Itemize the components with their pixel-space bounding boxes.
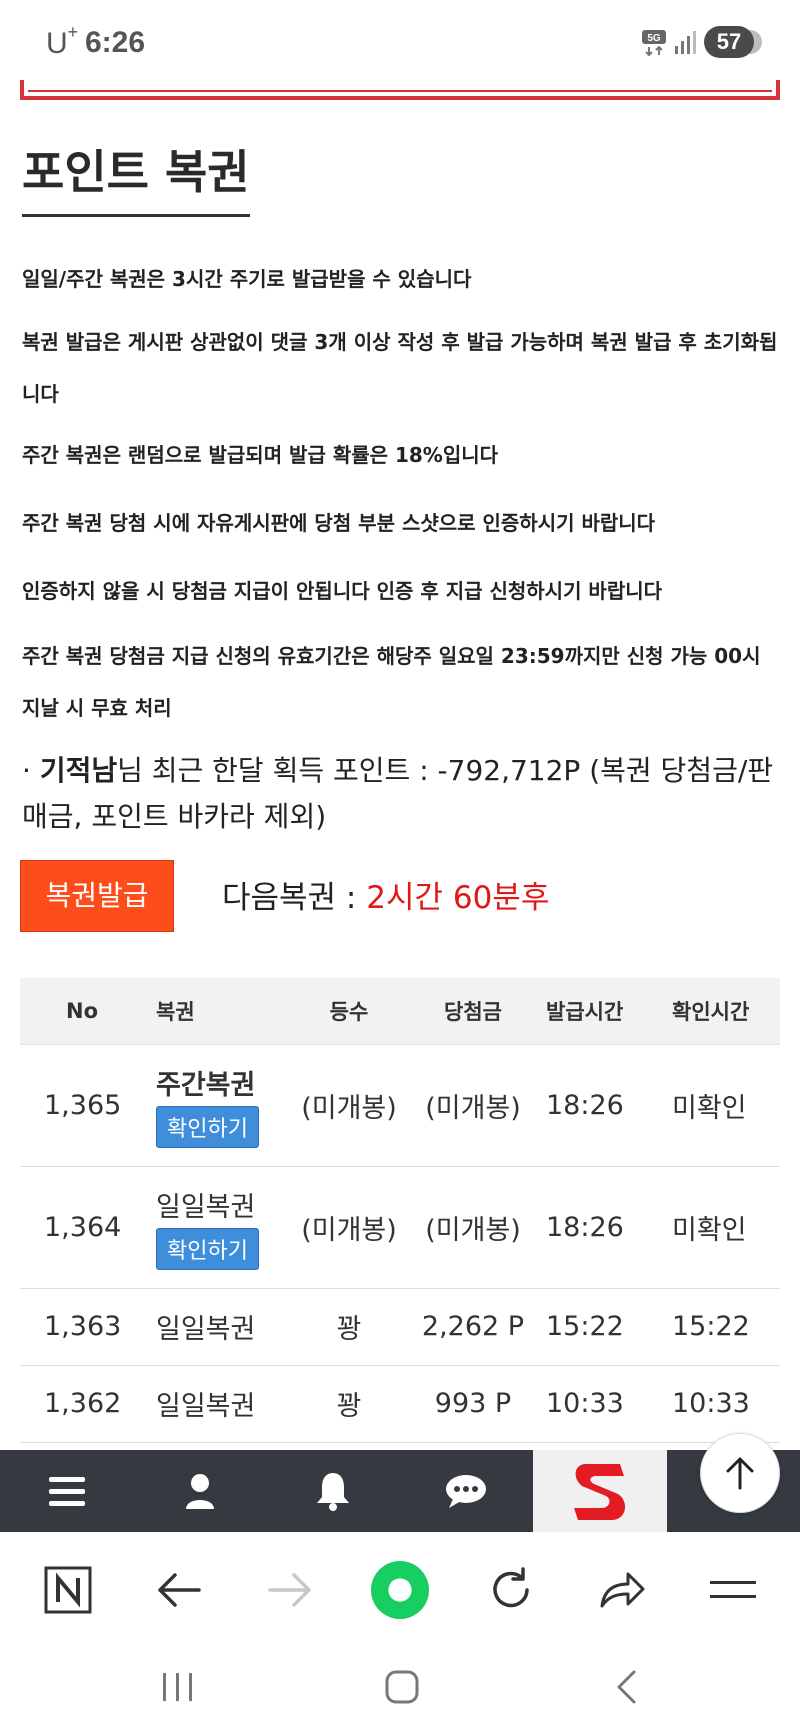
col-header-rank: 등수 — [288, 978, 410, 1045]
more-menu-button[interactable] — [703, 1560, 763, 1620]
cell-no: 1,365 — [20, 1044, 156, 1167]
cell-no: 1,363 — [20, 1288, 156, 1366]
scroll-top-icon — [726, 1457, 754, 1490]
signal-icon — [675, 31, 696, 54]
chevron-left-icon — [617, 1670, 636, 1704]
cell-checked: 미확인 — [662, 1166, 780, 1289]
cell-lottery: 일일복권 — [156, 1288, 288, 1366]
cell-rank: 꽝 — [288, 1288, 410, 1366]
next-lottery-time: 2시간 60분후 — [366, 880, 550, 916]
rule-item: 주간 복권 당첨 시에 자유게시판에 당첨 부분 스샷으로 인증하시기 바랍니다 — [22, 511, 656, 535]
scroll-top-button[interactable] — [700, 1433, 780, 1513]
col-header-lottery: 복권 — [156, 978, 288, 1045]
points-text: 님 최근 한달 획득 포인트 : -792,712P (복권 당첨금/판매금, … — [22, 754, 774, 833]
col-header-checked: 확인시간 — [662, 978, 780, 1045]
cell-rank: (미개봉) — [288, 1044, 410, 1167]
home-icon — [385, 1670, 419, 1704]
system-back-button[interactable] — [596, 1662, 656, 1712]
carrier-label: U+ — [46, 22, 79, 60]
svg-text:5G: 5G — [647, 33, 661, 44]
naver-icon — [44, 1566, 92, 1614]
issue-lottery-button[interactable]: 복권발급 — [20, 860, 174, 932]
col-header-prize: 당첨금 — [410, 978, 536, 1045]
next-lottery-label: 다음복권 : 2시간 60분후 — [222, 880, 550, 916]
chat-icon — [445, 1475, 486, 1508]
table-row: 1,362 일일복권 꽝 993 P 10:33 10:33 — [20, 1365, 780, 1443]
table-row: 1,364 일일복권 확인하기 (미개봉) (미개봉) 18:26 미확인 — [20, 1166, 780, 1289]
forward-button[interactable] — [260, 1560, 320, 1620]
menu-button[interactable] — [0, 1450, 133, 1532]
user-icon — [185, 1474, 214, 1509]
confirm-button[interactable]: 확인하기 — [156, 1105, 259, 1148]
cell-issued: 18:26 — [536, 1044, 662, 1167]
rule-item: 일일/주간 복권은 3시간 주기로 발급받을 수 있습니다 — [22, 267, 472, 291]
table-row: 1,365 주간복권 확인하기 (미개봉) (미개봉) 18:26 미확인 — [20, 1044, 780, 1167]
refresh-icon — [493, 1567, 529, 1608]
rules-list: 일일/주간 복권은 3시간 주기로 발급받을 수 있습니다 복권 발급은 게시판… — [22, 250, 782, 734]
clock: 6:26 — [85, 26, 146, 59]
cell-rank: 꽝 — [288, 1365, 410, 1443]
table-header-row: No 복권 등수 당첨금 발급시간 확인시간 — [20, 978, 780, 1045]
cell-rank: (미개봉) — [288, 1166, 410, 1289]
recent-apps-button[interactable] — [148, 1662, 208, 1712]
back-arrow-icon — [158, 1573, 201, 1607]
back-button[interactable] — [149, 1560, 209, 1620]
android-nav-bar — [0, 1642, 800, 1734]
lottery-name: 일일복권 — [156, 1191, 256, 1223]
cell-issued: 10:33 — [536, 1365, 662, 1443]
notifications-button[interactable] — [266, 1450, 399, 1532]
table-row: 1,363 일일복권 꽝 2,262 P 15:22 15:22 — [20, 1288, 780, 1366]
green-dot-icon — [370, 1560, 430, 1620]
home-button[interactable] — [372, 1662, 432, 1712]
cell-no: 1,364 — [20, 1166, 156, 1289]
battery-indicator: 57 — [704, 26, 762, 58]
cell-prize: 993 P — [410, 1365, 536, 1443]
site-logo-button[interactable] — [533, 1450, 667, 1532]
cell-lottery: 주간복권 확인하기 — [156, 1044, 288, 1167]
cell-checked: 15:22 — [662, 1288, 780, 1366]
cell-issued: 15:22 — [536, 1288, 662, 1366]
site-logo — [574, 1464, 626, 1520]
rule-item: 인증하지 않을 시 당첨금 지급이 안됩니다 인증 후 지급 신청하시기 바랍니… — [22, 579, 663, 603]
cell-checked: 10:33 — [662, 1365, 780, 1443]
cell-lottery: 일일복권 — [156, 1365, 288, 1443]
green-dot-button[interactable] — [370, 1560, 430, 1620]
rule-item: 복권 발급은 게시판 상관없이 댓글 3개 이상 작성 후 발급 가능하며 복권… — [22, 330, 778, 406]
status-bar: U+ 6:26 5G 57 — [0, 0, 800, 80]
cell-prize: 2,262 P — [410, 1288, 536, 1366]
points-summary: · 기적남님 최근 한달 획득 포인트 : -792,712P (복권 당첨금/… — [22, 748, 782, 840]
cell-prize: (미개봉) — [410, 1044, 536, 1167]
bell-icon — [316, 1473, 349, 1511]
col-header-no: No — [20, 978, 156, 1045]
cell-issued: 18:26 — [536, 1166, 662, 1289]
site-bottom-nav — [0, 1450, 800, 1532]
5g-network-icon: 5G — [642, 30, 666, 56]
recent-apps-icon — [163, 1673, 192, 1701]
naver-home-button[interactable] — [38, 1560, 98, 1620]
menu-icon — [48, 1477, 85, 1506]
refresh-button[interactable] — [481, 1560, 541, 1620]
rule-item: 주간 복권은 랜덤으로 발급되며 발급 확률은 18%입니다 — [22, 443, 499, 467]
share-button[interactable] — [592, 1560, 652, 1620]
menu-lines-icon — [710, 1581, 756, 1598]
lottery-history-table: No 복권 등수 당첨금 발급시간 확인시간 1,365 주간복권 확인하기 (… — [20, 978, 780, 1443]
cell-lottery: 일일복권 확인하기 — [156, 1166, 288, 1289]
lottery-name: 주간복권 — [156, 1069, 256, 1101]
username: 기적남 — [39, 754, 118, 787]
bullet: · — [22, 754, 40, 787]
rule-item: 주간 복권 당첨금 지급 신청의 유효기간은 해당주 일요일 23:59까지만 … — [22, 644, 761, 720]
profile-button[interactable] — [133, 1450, 266, 1532]
cell-checked: 미확인 — [662, 1044, 780, 1167]
col-header-issued: 발급시간 — [536, 978, 662, 1045]
page-title: 포인트 복권 — [22, 136, 250, 217]
browser-toolbar — [0, 1532, 800, 1642]
forward-arrow-icon — [268, 1573, 311, 1607]
share-icon — [600, 1572, 645, 1608]
chat-button[interactable] — [399, 1450, 532, 1532]
cell-prize: (미개봉) — [410, 1166, 536, 1289]
cell-no: 1,362 — [20, 1365, 156, 1443]
confirm-button[interactable]: 확인하기 — [156, 1227, 259, 1270]
